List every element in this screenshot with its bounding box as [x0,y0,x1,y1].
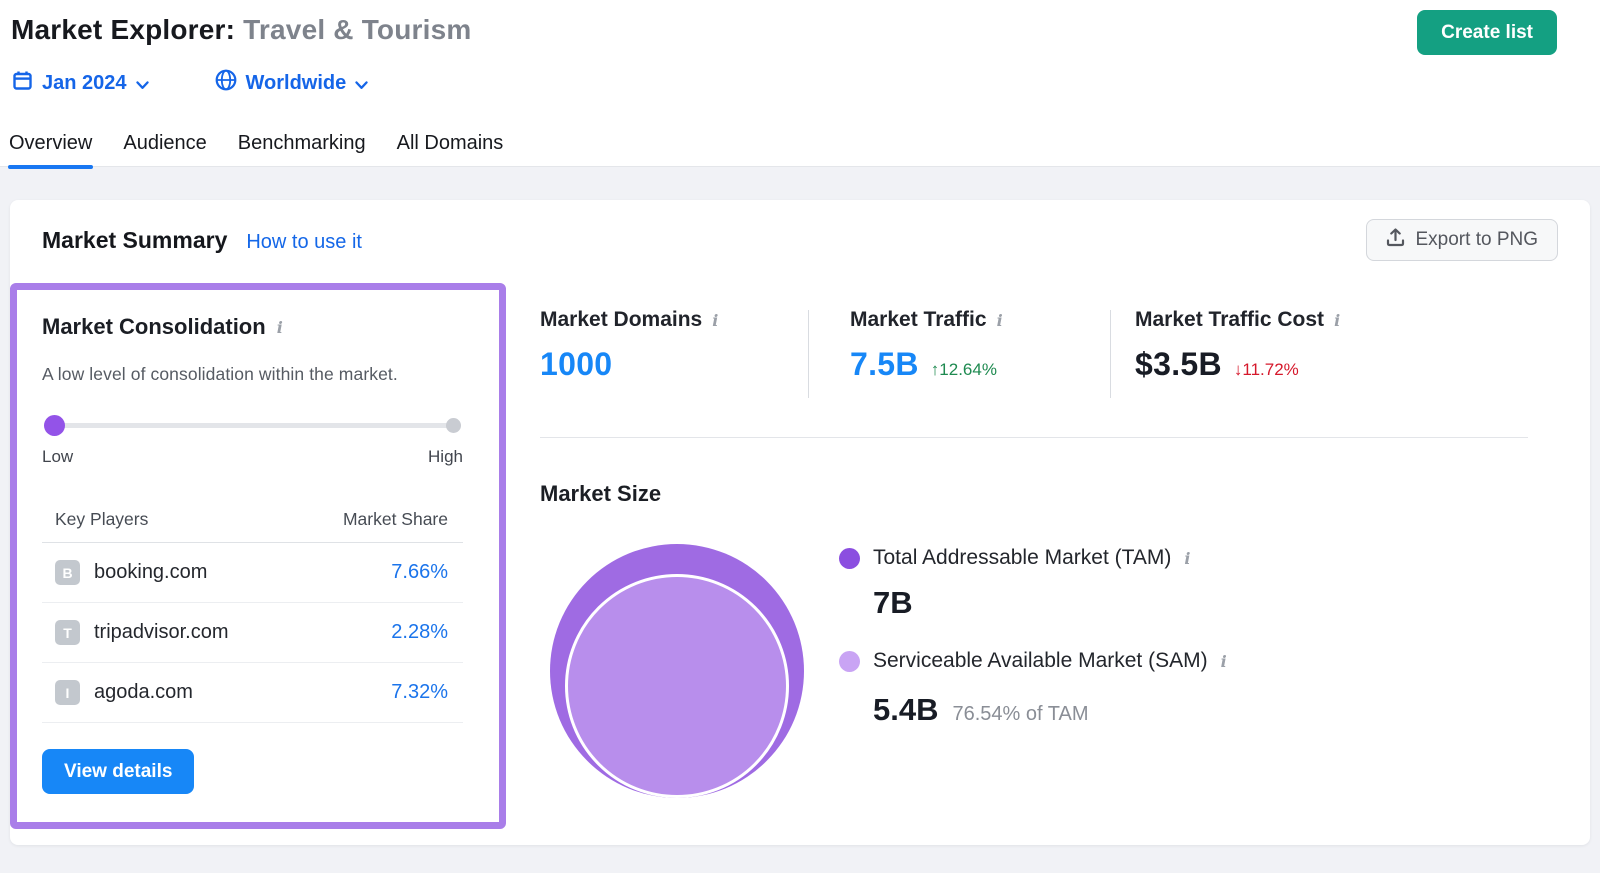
tab-benchmarking[interactable]: Benchmarking [237,128,367,167]
legend-sam: Serviceable Available Market (SAM) i [839,649,1227,673]
market-share-value[interactable]: 7.32% [391,681,448,704]
tam-label: Total Addressable Market (TAM) [873,546,1171,570]
date-label: Jan 2024 [42,72,127,95]
how-to-use-link[interactable]: How to use it [246,231,362,254]
export-label: Export to PNG [1416,229,1539,251]
favicon-tripadvisor: T [55,620,80,645]
market-stats-row: Market Domains i 1000 Market Traffic i 7… [540,308,1540,403]
slider-high-label: High [428,447,463,467]
slider-handle-low[interactable] [44,415,65,436]
sam-percent-of-tam: 76.54% of TAM [952,703,1088,726]
sam-circle [565,574,789,798]
table-row[interactable]: I agoda.com 7.32% [42,663,463,723]
tab-all-domains[interactable]: All Domains [396,128,505,167]
export-icon [1386,228,1405,253]
info-icon[interactable]: i [1184,549,1190,568]
stat-change-up: ↑12.64% [931,360,997,380]
calendar-icon [12,70,33,97]
domain-link[interactable]: agoda.com [94,681,193,704]
tam-dot-icon [839,548,860,569]
page-title-prefix: Market Explorer: [11,14,235,45]
slider-handle-high[interactable] [446,418,461,433]
favicon-booking: B [55,560,80,585]
divider [540,437,1528,438]
info-icon[interactable]: i [1221,652,1227,671]
market-size-title: Market Size [540,481,661,507]
stat-label: Market Traffic Cost [1135,308,1324,332]
page-title-market: Travel & Tourism [243,14,471,45]
consolidation-description: A low level of consolidation within the … [42,364,463,385]
stat-label: Market Traffic [850,308,987,332]
divider [1110,310,1111,398]
stat-value: 7.5B [850,346,919,383]
stat-market-traffic-cost: Market Traffic Cost i $3.5B ↓11.72% [1135,308,1340,383]
sam-value: 5.4B [873,692,938,728]
col-key-players: Key Players [55,509,148,530]
legend-tam: Total Addressable Market (TAM) i [839,546,1190,570]
card-title: Market Summary [42,227,227,254]
info-icon[interactable]: i [997,311,1003,330]
page-header: Market Explorer: Travel & Tourism Create … [0,0,1600,167]
domain-link[interactable]: tripadvisor.com [94,621,229,644]
info-icon[interactable]: i [1334,311,1340,330]
divider [808,310,809,398]
region-selector[interactable]: Worldwide [215,69,369,97]
chevron-down-icon [355,73,368,96]
market-summary-card: Market Summary How to use it Export to P… [10,200,1590,845]
filters-row: Jan 2024 Worldwide [12,69,368,97]
favicon-agoda: I [55,680,80,705]
market-consolidation-panel: Market Consolidation i A low level of co… [10,283,506,829]
date-selector[interactable]: Jan 2024 [12,70,149,97]
export-to-png-button[interactable]: Export to PNG [1366,219,1559,261]
stat-change-down: ↓11.72% [1234,360,1299,380]
key-players-table: Key Players Market Share B booking.com 7… [42,509,463,723]
market-share-value[interactable]: 7.66% [391,561,448,584]
slider-low-label: Low [42,447,73,467]
stat-value: $3.5B [1135,346,1222,383]
stat-value: 1000 [540,346,612,383]
sam-dot-icon [839,651,860,672]
tab-overview[interactable]: Overview [8,128,93,167]
col-market-share: Market Share [343,509,448,530]
create-list-button[interactable]: Create list [1417,10,1557,55]
domain-link[interactable]: booking.com [94,561,207,584]
chevron-down-icon [136,73,149,96]
sam-label: Serviceable Available Market (SAM) [873,649,1208,673]
view-details-button[interactable]: View details [42,749,194,794]
region-label: Worldwide [246,72,347,95]
stat-label: Market Domains [540,308,702,332]
consolidation-slider [44,415,461,435]
market-share-value[interactable]: 2.28% [391,621,448,644]
table-row[interactable]: B booking.com 7.66% [42,543,463,603]
slider-track [44,423,461,428]
info-icon[interactable]: i [277,318,283,337]
consolidation-title: Market Consolidation [42,314,266,340]
tab-bar: Overview Audience Benchmarking All Domai… [8,128,504,167]
globe-icon [215,69,237,97]
stat-market-domains: Market Domains i 1000 [540,308,718,383]
page-title: Market Explorer: Travel & Tourism [11,14,471,46]
tab-audience[interactable]: Audience [122,128,207,167]
table-row[interactable]: T tripadvisor.com 2.28% [42,603,463,663]
stat-market-traffic: Market Traffic i 7.5B ↑12.64% [850,308,1003,383]
tam-value: 7B [873,585,913,621]
info-icon[interactable]: i [712,311,718,330]
